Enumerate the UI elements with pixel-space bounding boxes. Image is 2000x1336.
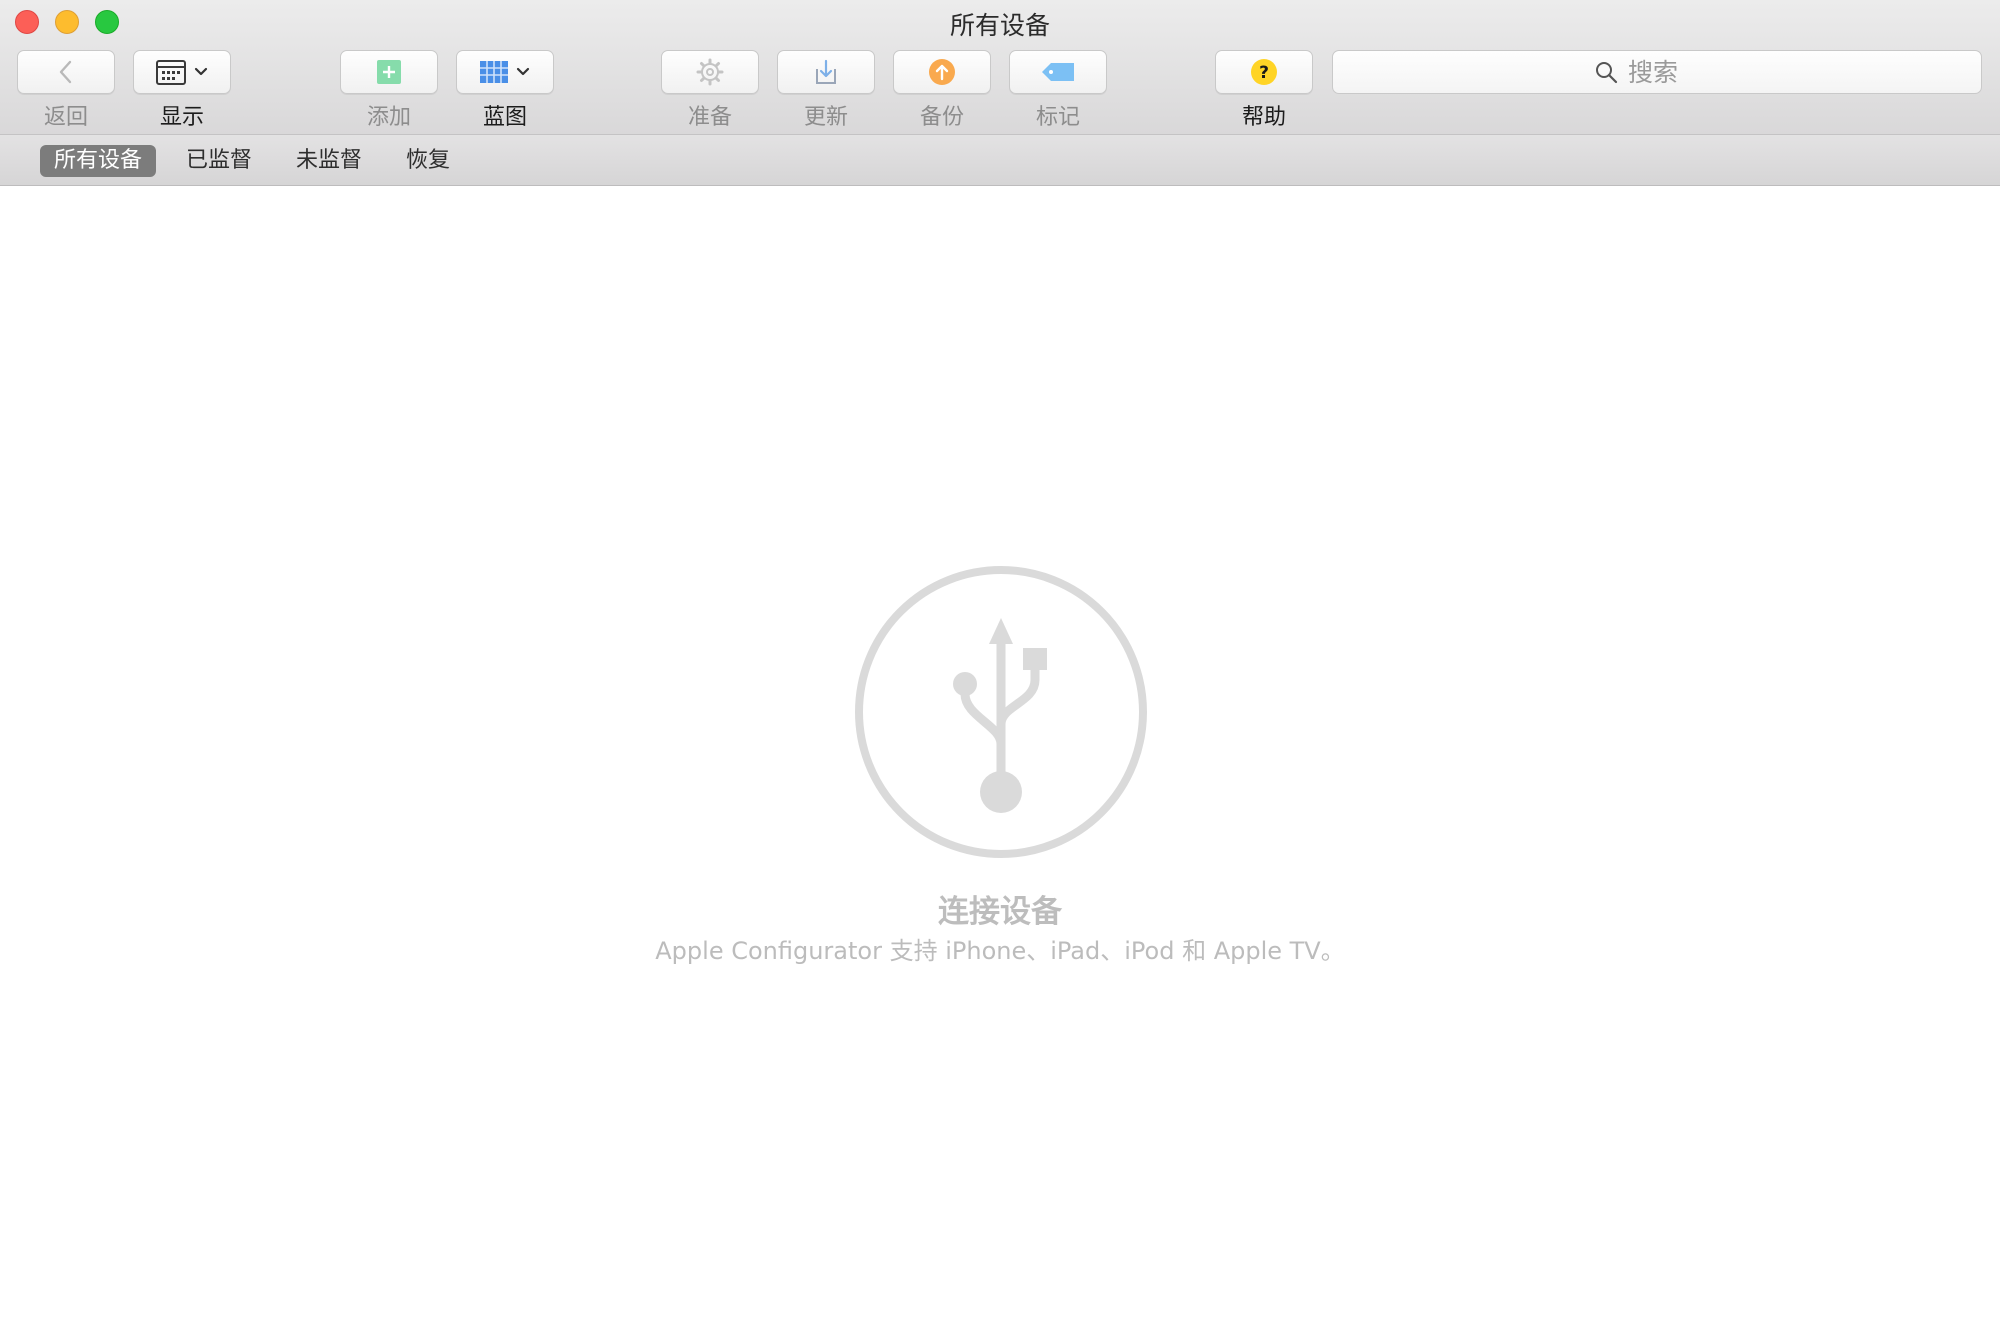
prepare-label: 准备 [687, 105, 732, 130]
app-window: 所有设备 返回 显示 添加 蓝图 准备 更新 备份 标记 ? 帮助 搜索 所有设… [0, 0, 2000, 1336]
scope-tab-supervised[interactable]: 已监督 [178, 145, 260, 177]
chevron-left-icon [59, 60, 72, 84]
scope-bar: 所有设备 已监督 未监督 恢复 [0, 135, 2000, 186]
scope-tab-restore[interactable]: 恢复 [398, 145, 458, 177]
scope-tab-unsupervised[interactable]: 未监督 [288, 145, 370, 177]
help-label: 帮助 [1241, 105, 1286, 130]
prepare-button[interactable] [661, 50, 759, 94]
chevron-down-icon [194, 67, 208, 76]
upload-circle-icon [929, 59, 955, 85]
usb-icon [855, 566, 1147, 858]
view-label: 显示 [159, 105, 204, 130]
empty-state-title: 连接设备 [938, 894, 1062, 930]
empty-state: 连接设备 Apple Configurator 支持 iPhone、iPad、i… [0, 186, 2000, 1336]
search-icon [1596, 62, 1618, 84]
grid-icon [480, 61, 508, 83]
tag-icon [1042, 63, 1074, 81]
tag-button[interactable] [1009, 50, 1107, 94]
download-tray-icon [816, 59, 836, 84]
update-button[interactable] [777, 50, 875, 94]
question-icon: ? [1251, 59, 1277, 85]
update-label: 更新 [803, 105, 848, 130]
search-field[interactable] [1332, 50, 1982, 94]
calendar-grid-icon [156, 60, 186, 85]
plus-icon [377, 60, 401, 84]
back-label: 返回 [43, 105, 88, 130]
add-label: 添加 [366, 105, 411, 130]
help-button[interactable]: ? [1215, 50, 1313, 94]
backup-button[interactable] [893, 50, 991, 94]
search-input[interactable] [1626, 56, 1720, 88]
empty-state-subtitle: Apple Configurator 支持 iPhone、iPad、iPod 和… [655, 937, 1345, 965]
blueprints-button[interactable] [456, 50, 554, 94]
window-title: 所有设备 [949, 11, 1050, 40]
backup-label: 备份 [919, 105, 964, 130]
blueprints-label: 蓝图 [482, 105, 527, 130]
tag-label: 标记 [1035, 105, 1080, 130]
scope-tab-all-devices[interactable]: 所有设备 [40, 145, 156, 177]
add-button[interactable] [340, 50, 438, 94]
back-button[interactable] [17, 50, 115, 94]
gear-icon [696, 58, 724, 86]
toolbar: 所有设备 返回 显示 添加 蓝图 准备 更新 备份 标记 ? 帮助 搜索 [0, 0, 2000, 135]
chevron-down-icon [516, 67, 530, 76]
view-button[interactable] [133, 50, 231, 94]
svg-text:?: ? [1259, 63, 1269, 83]
